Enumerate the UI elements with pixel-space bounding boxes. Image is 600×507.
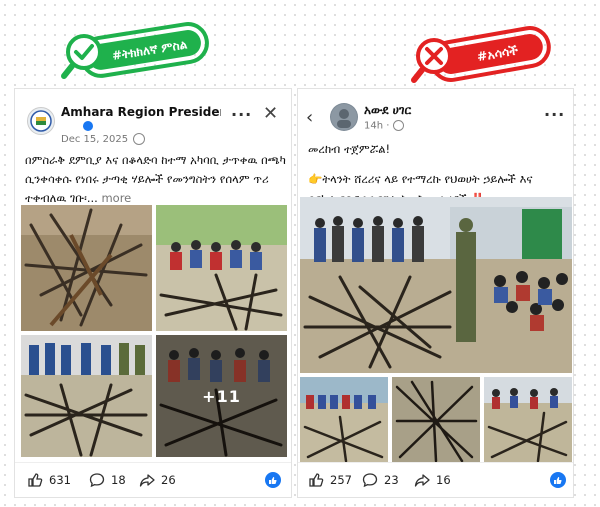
like-icon xyxy=(28,473,43,487)
author-name[interactable]: Amhara Region President Of... xyxy=(61,105,221,119)
like-button[interactable]: 631 xyxy=(27,472,71,488)
post-text-line: ሲንቀሳቀሱ የነበሩ ታጣቂ ሃይሎች የመንግስትን የሰላም ጥሪ xyxy=(25,172,269,186)
comment-button[interactable]: 18 xyxy=(89,472,126,488)
globe-icon xyxy=(392,120,404,131)
post-photo[interactable] xyxy=(300,377,388,463)
more-dots-icon[interactable]: ··· xyxy=(544,105,565,124)
post-date-text: Dec 15, 2025 xyxy=(61,134,129,145)
share-button[interactable]: 26 xyxy=(139,472,176,488)
post-text-line: መረከብ ተጀምሯል! xyxy=(308,142,391,156)
more-photos-count: +11 xyxy=(156,335,287,457)
post-footer: 631 18 26 xyxy=(15,462,291,497)
post-header: ‹ አውደ ሀገር 14h · ··· xyxy=(298,89,573,139)
shares-count: 26 xyxy=(161,473,176,487)
share-icon xyxy=(139,474,155,487)
avatar[interactable] xyxy=(330,103,358,131)
back-arrow-icon[interactable]: ‹ xyxy=(306,107,313,128)
shares-count: 16 xyxy=(436,473,451,487)
see-more-link[interactable]: more xyxy=(101,191,131,205)
comments-count: 23 xyxy=(384,473,399,487)
comment-icon xyxy=(362,473,378,488)
post-text: በምስራቅ ደምቢያ እና በቆላድባ ከተማ አካባቢ ታጥቀዉ በጫካ ሲን… xyxy=(25,151,287,208)
photo-grid xyxy=(300,197,572,463)
verified-icon xyxy=(83,121,93,131)
right-facebook-post: ‹ አውደ ሀገር 14h · ··· መረከብ ተጀምሯል! 👉ትላንት ሸረ… xyxy=(297,88,574,498)
photo-grid: +11 xyxy=(21,205,287,457)
like-button[interactable]: 257 xyxy=(308,472,352,488)
post-date[interactable]: Dec 15, 2025 xyxy=(61,133,146,145)
post-text-line: በምስራቅ ደምቢያ እና በቆላድባ ከተማ አካባቢ ታጥቀዉ በጫካ xyxy=(25,153,286,167)
post-header: Amhara Region President Of... Dec 15, 20… xyxy=(15,89,291,145)
post-photo[interactable] xyxy=(21,335,152,457)
text-spacer xyxy=(308,159,570,169)
like-reaction-icon xyxy=(265,472,281,488)
post-photo[interactable] xyxy=(156,205,287,331)
post-time[interactable]: 14h · xyxy=(364,120,404,132)
more-dots-icon[interactable]: ··· xyxy=(231,105,252,124)
post-photo[interactable] xyxy=(392,377,480,463)
post-photo-more[interactable]: +11 xyxy=(156,335,287,457)
left-facebook-post: Amhara Region President Of... Dec 15, 20… xyxy=(14,88,292,498)
post-text-line-3: ተቀብለዉ ገቡ፡... xyxy=(25,191,98,205)
comment-button[interactable]: 23 xyxy=(362,472,399,488)
reactions-count: 631 xyxy=(49,473,71,487)
magnifier-x-icon xyxy=(411,38,452,83)
author-name[interactable]: አውደ ሀገር xyxy=(364,103,411,118)
verified-image-stamp: #ትክክለኛ ምስል xyxy=(58,12,218,96)
post-time-text: 14h · xyxy=(364,120,393,132)
comment-icon xyxy=(89,473,105,488)
post-photo[interactable] xyxy=(484,377,572,463)
post-footer: 257 23 16 xyxy=(298,462,573,497)
comments-count: 18 xyxy=(111,473,126,487)
like-icon xyxy=(309,473,324,487)
magnifier-check-icon xyxy=(61,34,102,79)
share-button[interactable]: 16 xyxy=(414,472,451,488)
share-icon xyxy=(414,474,430,487)
post-photo[interactable] xyxy=(300,197,572,373)
close-icon[interactable]: ✕ xyxy=(263,103,278,124)
globe-icon xyxy=(133,133,146,145)
avatar[interactable] xyxy=(27,107,55,135)
like-reaction-icon xyxy=(550,472,566,488)
post-photo[interactable] xyxy=(21,205,152,331)
post-text-line: 👉ትላንት ሸረሪና ላይ የተማረኩ የህወሀት ኃይሎች እና xyxy=(308,172,533,186)
reactions-count: 257 xyxy=(330,473,352,487)
